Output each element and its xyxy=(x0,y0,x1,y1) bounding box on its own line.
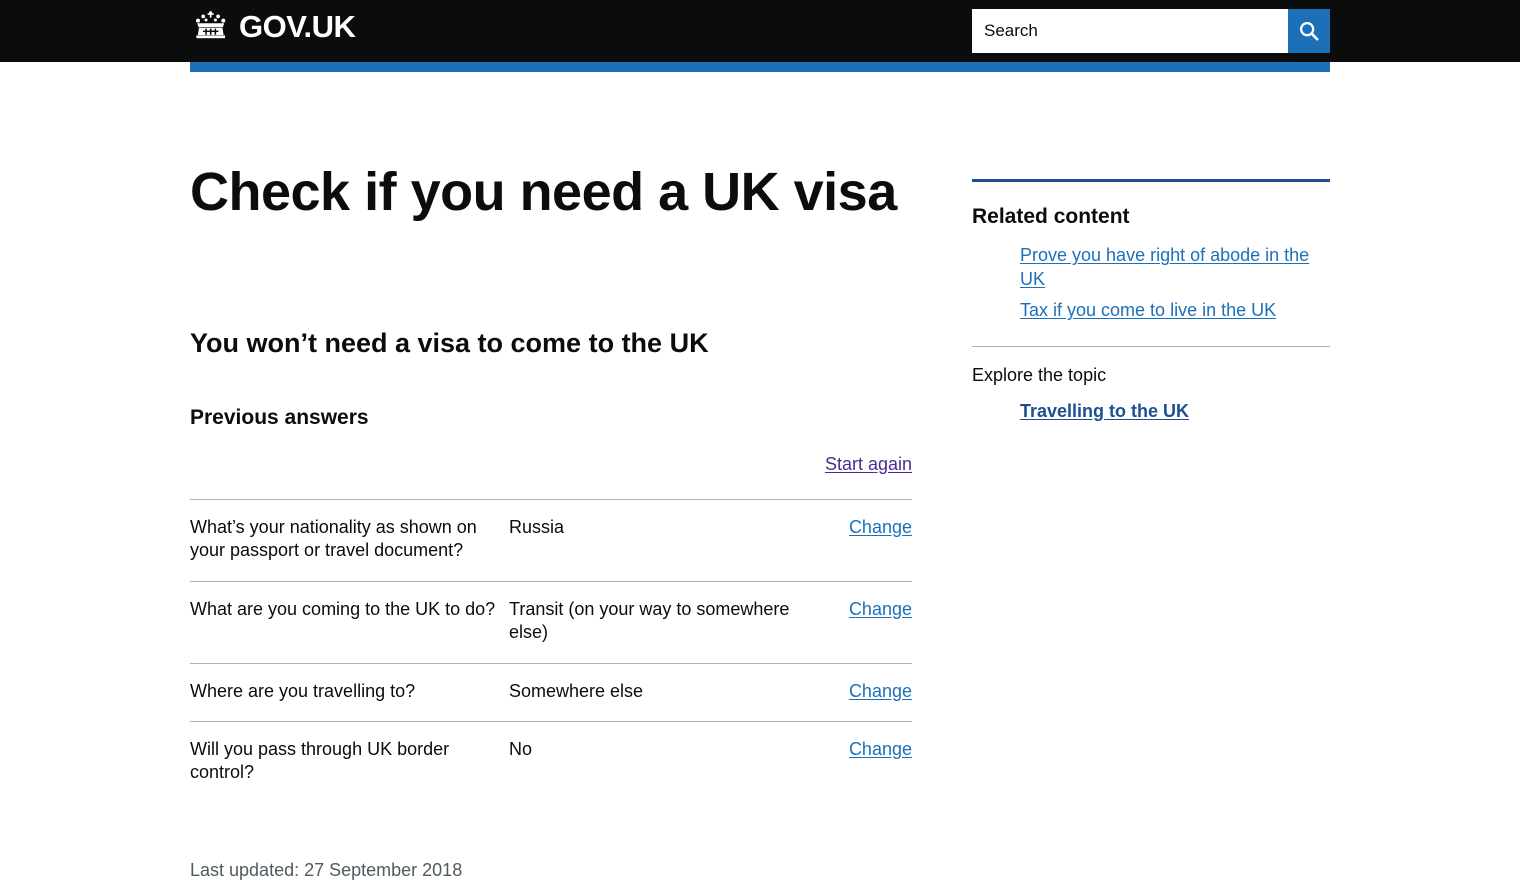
page-title: Check if you need a UK visa xyxy=(190,162,897,222)
sidebar-top-rule xyxy=(972,179,1330,182)
header-accent-bar xyxy=(190,62,1330,72)
related-link-abode[interactable]: Prove you have right of abode in the UK xyxy=(1020,245,1309,289)
answer-value: No xyxy=(509,738,533,759)
govuk-logo-link[interactable]: GOV.UK xyxy=(190,8,356,44)
header-inner: GOV.UK xyxy=(0,0,1520,62)
explore-topic-label: Explore the topic xyxy=(972,365,1107,386)
list-item: Tax if you come to live in the UK xyxy=(1020,298,1330,322)
govuk-logo-text: GOV.UK xyxy=(239,8,356,44)
previous-answers-heading: Previous answers xyxy=(190,406,369,429)
search-input[interactable] xyxy=(972,9,1288,53)
answer-action: Change xyxy=(809,581,912,663)
answer-action: Change xyxy=(809,663,912,721)
related-link-tax[interactable]: Tax if you come to live in the UK xyxy=(1020,300,1276,320)
related-content-heading: Related content xyxy=(972,205,1130,228)
answer-question: What are you coming to the UK to do? xyxy=(190,598,496,619)
change-link[interactable]: Change xyxy=(849,517,912,537)
topic-link-travelling-to-the-uk[interactable]: Travelling to the UK xyxy=(1020,401,1189,421)
table-row: Will you pass through UK border control?… xyxy=(190,721,912,802)
related-content-sidebar: Related content Prove you have right of … xyxy=(972,179,1330,422)
change-link[interactable]: Change xyxy=(849,739,912,759)
start-again-container: Start again xyxy=(190,454,912,475)
search-icon xyxy=(1298,20,1320,42)
search-submit-button[interactable] xyxy=(1288,9,1330,53)
start-again-link[interactable]: Start again xyxy=(825,454,912,474)
crown-icon xyxy=(190,10,232,42)
related-links-list: Prove you have right of abode in the UK … xyxy=(972,243,1330,322)
table-row: What’s your nationality as shown on your… xyxy=(190,499,912,582)
answer-value: Somewhere else xyxy=(509,680,644,701)
answer-question: Where are you travelling to? xyxy=(190,680,416,701)
change-link[interactable]: Change xyxy=(849,599,912,619)
previous-answers-table: What’s your nationality as shown on your… xyxy=(190,499,912,803)
topic-links-list: Travelling to the UK xyxy=(972,401,1330,422)
answer-action: Change xyxy=(809,721,912,802)
table-row: Where are you travelling to? Somewhere e… xyxy=(190,663,912,721)
global-header: GOV.UK xyxy=(0,0,1520,72)
list-item: Travelling to the UK xyxy=(1020,401,1330,422)
search-form xyxy=(972,9,1330,53)
answer-question: Will you pass through UK border control? xyxy=(190,738,450,783)
outcome-title: You won’t need a visa to come to the UK xyxy=(190,328,709,358)
change-link[interactable]: Change xyxy=(849,681,912,701)
main-content: Check if you need a UK visa You won’t ne… xyxy=(190,162,912,880)
list-item: Prove you have right of abode in the UK xyxy=(1020,243,1330,292)
table-row: What are you coming to the UK to do? Tra… xyxy=(190,581,912,663)
sidebar-divider xyxy=(972,346,1330,348)
answer-question: What’s your nationality as shown on your… xyxy=(190,517,477,561)
answer-value: Transit (on your way to somewhere else) xyxy=(509,598,790,643)
answer-action: Change xyxy=(809,500,912,582)
answer-value: Russia xyxy=(509,517,565,537)
